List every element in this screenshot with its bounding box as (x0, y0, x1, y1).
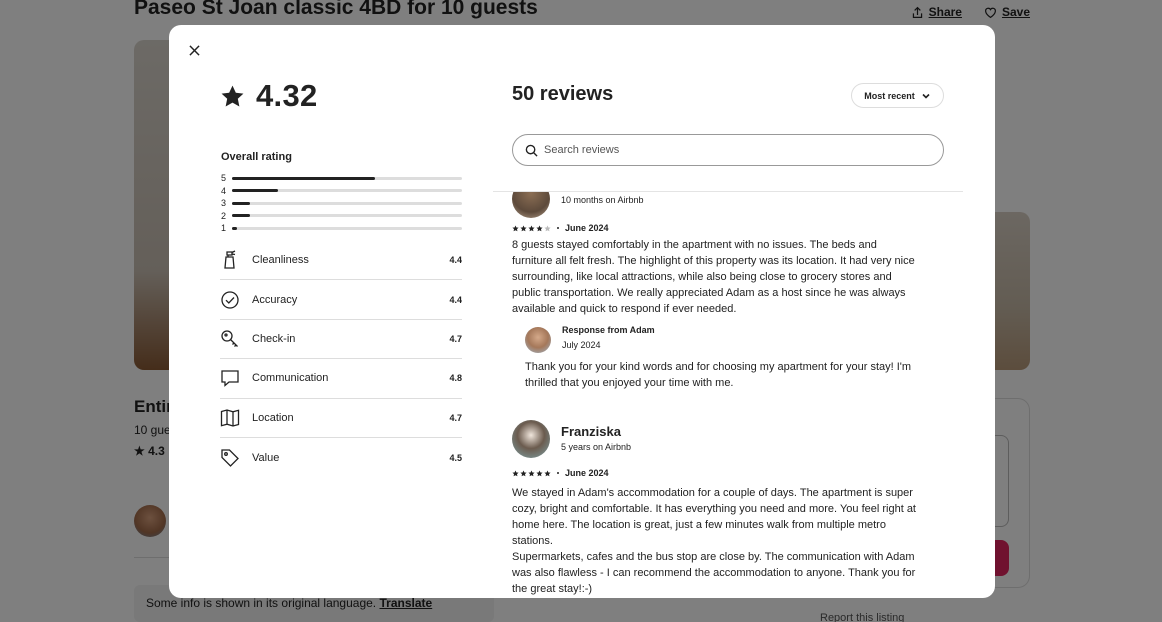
star-icon (544, 469, 551, 476)
distribution-row: 4 (221, 185, 462, 198)
distribution-row: 2 (221, 210, 462, 223)
reviewer-avatar[interactable] (512, 192, 550, 218)
star-icon (544, 224, 551, 231)
category-label: Location (252, 411, 294, 424)
category-label: Check-in (252, 332, 296, 345)
reviewer-avatar[interactable] (512, 420, 550, 458)
rating-distribution: 5 4 3 2 1 (221, 172, 462, 235)
reviews-count-heading: 50 reviews (512, 83, 614, 105)
response-text: Thank you for your kind words and for ch… (525, 361, 912, 389)
separator-dot (557, 472, 559, 474)
category-value: Value 4.5 (220, 438, 462, 477)
review-text: 8 guests stayed comfortably in the apart… (512, 239, 915, 315)
distribution-fill (232, 189, 278, 193)
map-icon (220, 408, 240, 428)
category-accuracy: Accuracy 4.4 (220, 280, 462, 320)
review-stars (512, 469, 551, 477)
star-icon (536, 469, 543, 476)
review-date: June 2024 (565, 223, 609, 233)
response-date: July 2024 (562, 340, 601, 350)
overall-score-value: 4.32 (256, 78, 318, 113)
chat-bubble-icon (220, 368, 240, 388)
close-icon (188, 44, 200, 56)
category-check-in: Check-in 4.7 (220, 320, 462, 360)
star-icon (520, 224, 527, 231)
close-button[interactable] (183, 39, 205, 61)
sort-dropdown[interactable]: Most recent (851, 83, 944, 108)
review-text: We stayed in Adam's accommodation for a … (512, 487, 916, 595)
distribution-fill (232, 226, 237, 230)
category-label: Cleanliness (252, 254, 309, 267)
star-icon (512, 469, 519, 476)
reviews-panel: 50 reviews Most recent 10 months on Airb… (493, 25, 963, 598)
search-input[interactable] (544, 144, 943, 156)
distribution-fill (232, 201, 251, 205)
distribution-row: 5 (221, 172, 462, 185)
category-label: Communication (252, 372, 329, 385)
distribution-stars: 5 (221, 173, 227, 184)
reviewer-name[interactable]: Franziska (561, 424, 621, 439)
distribution-bar (232, 189, 462, 193)
response-from: Response from Adam (562, 325, 655, 335)
star-icon (536, 224, 543, 231)
review-list[interactable]: 10 months on Airbnb June 2024 8 guests s… (512, 192, 952, 598)
category-value: 4.5 (449, 452, 462, 463)
price-tag-icon (220, 448, 240, 468)
category-ratings: Cleanliness 4.4 Accuracy 4.4 Check-in 4.… (220, 241, 462, 477)
star-icon (221, 85, 244, 106)
distribution-row: 1 (221, 222, 462, 235)
distribution-row: 3 (221, 197, 462, 210)
category-value: 4.4 (449, 255, 462, 266)
search-icon (525, 144, 538, 157)
category-cleanliness: Cleanliness 4.4 (220, 241, 462, 281)
review-meta: June 2024 (512, 223, 609, 233)
review-date: June 2024 (565, 468, 609, 478)
spray-bottle-icon (220, 250, 240, 270)
category-label: Accuracy (252, 293, 298, 306)
star-icon (520, 469, 527, 476)
key-icon (220, 329, 240, 349)
distribution-bar (232, 201, 462, 205)
reviewer-tenure: 10 months on Airbnb (561, 195, 644, 205)
distribution-bar (232, 226, 462, 230)
sort-label: Most recent (864, 90, 915, 101)
distribution-stars: 3 (221, 198, 227, 209)
distribution-stars: 1 (221, 223, 227, 234)
category-location: Location 4.7 (220, 399, 462, 438)
distribution-fill (232, 214, 251, 218)
distribution-fill (232, 176, 375, 180)
distribution-bar (232, 214, 462, 218)
chevron-down-icon (922, 93, 930, 99)
review-stars (512, 224, 551, 232)
review-meta: June 2024 (512, 468, 609, 478)
distribution-stars: 4 (221, 185, 227, 196)
overall-rating-label: Overall rating (221, 151, 292, 163)
category-value: 4.8 (449, 373, 462, 384)
host-avatar[interactable] (525, 327, 551, 353)
reviews-modal: 4.32 Overall rating 5 4 3 2 1 Cleanlines… (169, 25, 995, 598)
separator-dot (557, 227, 559, 229)
star-icon (512, 224, 519, 231)
overall-score: 4.32 (220, 78, 318, 114)
distribution-bar (232, 176, 462, 180)
category-value: 4.7 (449, 412, 462, 423)
search-reviews-field[interactable] (512, 134, 944, 166)
reviewer-tenure: 5 years on Airbnb (561, 442, 632, 452)
category-value: 4.7 (449, 333, 462, 344)
category-communication: Communication 4.8 (220, 359, 462, 399)
distribution-stars: 2 (221, 210, 227, 221)
star-icon (528, 224, 535, 231)
star-icon (528, 469, 535, 476)
check-circle-icon (220, 290, 240, 310)
category-label: Value (252, 451, 280, 464)
category-value: 4.4 (449, 294, 462, 305)
